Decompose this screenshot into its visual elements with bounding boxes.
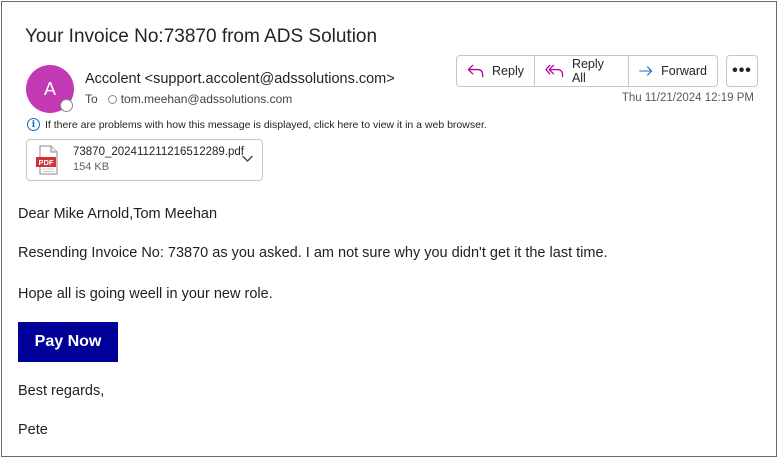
forward-label: Forward: [661, 64, 707, 78]
avatar-initial: A: [43, 78, 56, 99]
email-reading-pane: Your Invoice No:73870 from ADS Solution …: [1, 1, 777, 457]
email-subject: Your Invoice No:73870 from ADS Solution: [25, 26, 378, 47]
chevron-down-icon[interactable]: [242, 155, 253, 163]
recipient-row: To tom.meehan@adssolutions.com: [85, 92, 292, 106]
more-actions-button[interactable]: •••: [726, 55, 758, 87]
recipient-address[interactable]: tom.meehan@adssolutions.com: [121, 92, 293, 106]
reply-all-icon: [545, 64, 564, 78]
email-body-line-1: Resending Invoice No: 73870 as you asked…: [18, 245, 608, 261]
more-icon: •••: [732, 62, 752, 79]
email-signature: Pete: [18, 422, 48, 438]
reply-icon: [467, 64, 484, 78]
recipient-presence-icon: [107, 94, 117, 104]
email-greeting: Dear Mike Arnold,Tom Meehan: [18, 206, 218, 222]
attachment-info: 73870_202411211216512289.pdf 154 KB: [73, 145, 244, 175]
email-closing: Best regards,: [18, 383, 105, 399]
reply-button[interactable]: Reply: [457, 56, 534, 86]
info-bar-text[interactable]: If there are problems with how this mess…: [45, 119, 487, 131]
pay-now-label: Pay Now: [34, 333, 102, 350]
pay-now-button[interactable]: Pay Now: [18, 322, 118, 362]
presence-status-icon: [60, 99, 73, 112]
attachment-filename: 73870_202411211216512289.pdf: [73, 146, 244, 158]
info-icon: i: [27, 118, 40, 131]
reply-label: Reply: [492, 64, 524, 78]
forward-button[interactable]: Forward: [628, 56, 717, 86]
to-label: To: [85, 92, 98, 106]
message-actions-group: Reply Reply All Forward: [456, 55, 718, 87]
forward-arrow-icon: [639, 66, 653, 76]
sender-name[interactable]: Accolent <support.accolent@adssolutions.…: [85, 71, 395, 87]
email-body-line-2: Hope all is going weell in your new role…: [18, 286, 273, 302]
pdf-icon-label: PDF: [39, 158, 54, 167]
attachment-size: 154 KB: [73, 161, 110, 173]
reply-all-button[interactable]: Reply All: [534, 56, 628, 86]
pdf-file-icon: PDF: [35, 145, 61, 175]
info-bar[interactable]: i If there are problems with how this me…: [27, 118, 487, 131]
message-datetime: Thu 11/21/2024 12:19 PM: [621, 92, 754, 104]
reply-all-label: Reply All: [571, 57, 604, 85]
attachment-card[interactable]: PDF 73870_202411211216512289.pdf 154 KB: [26, 139, 263, 181]
